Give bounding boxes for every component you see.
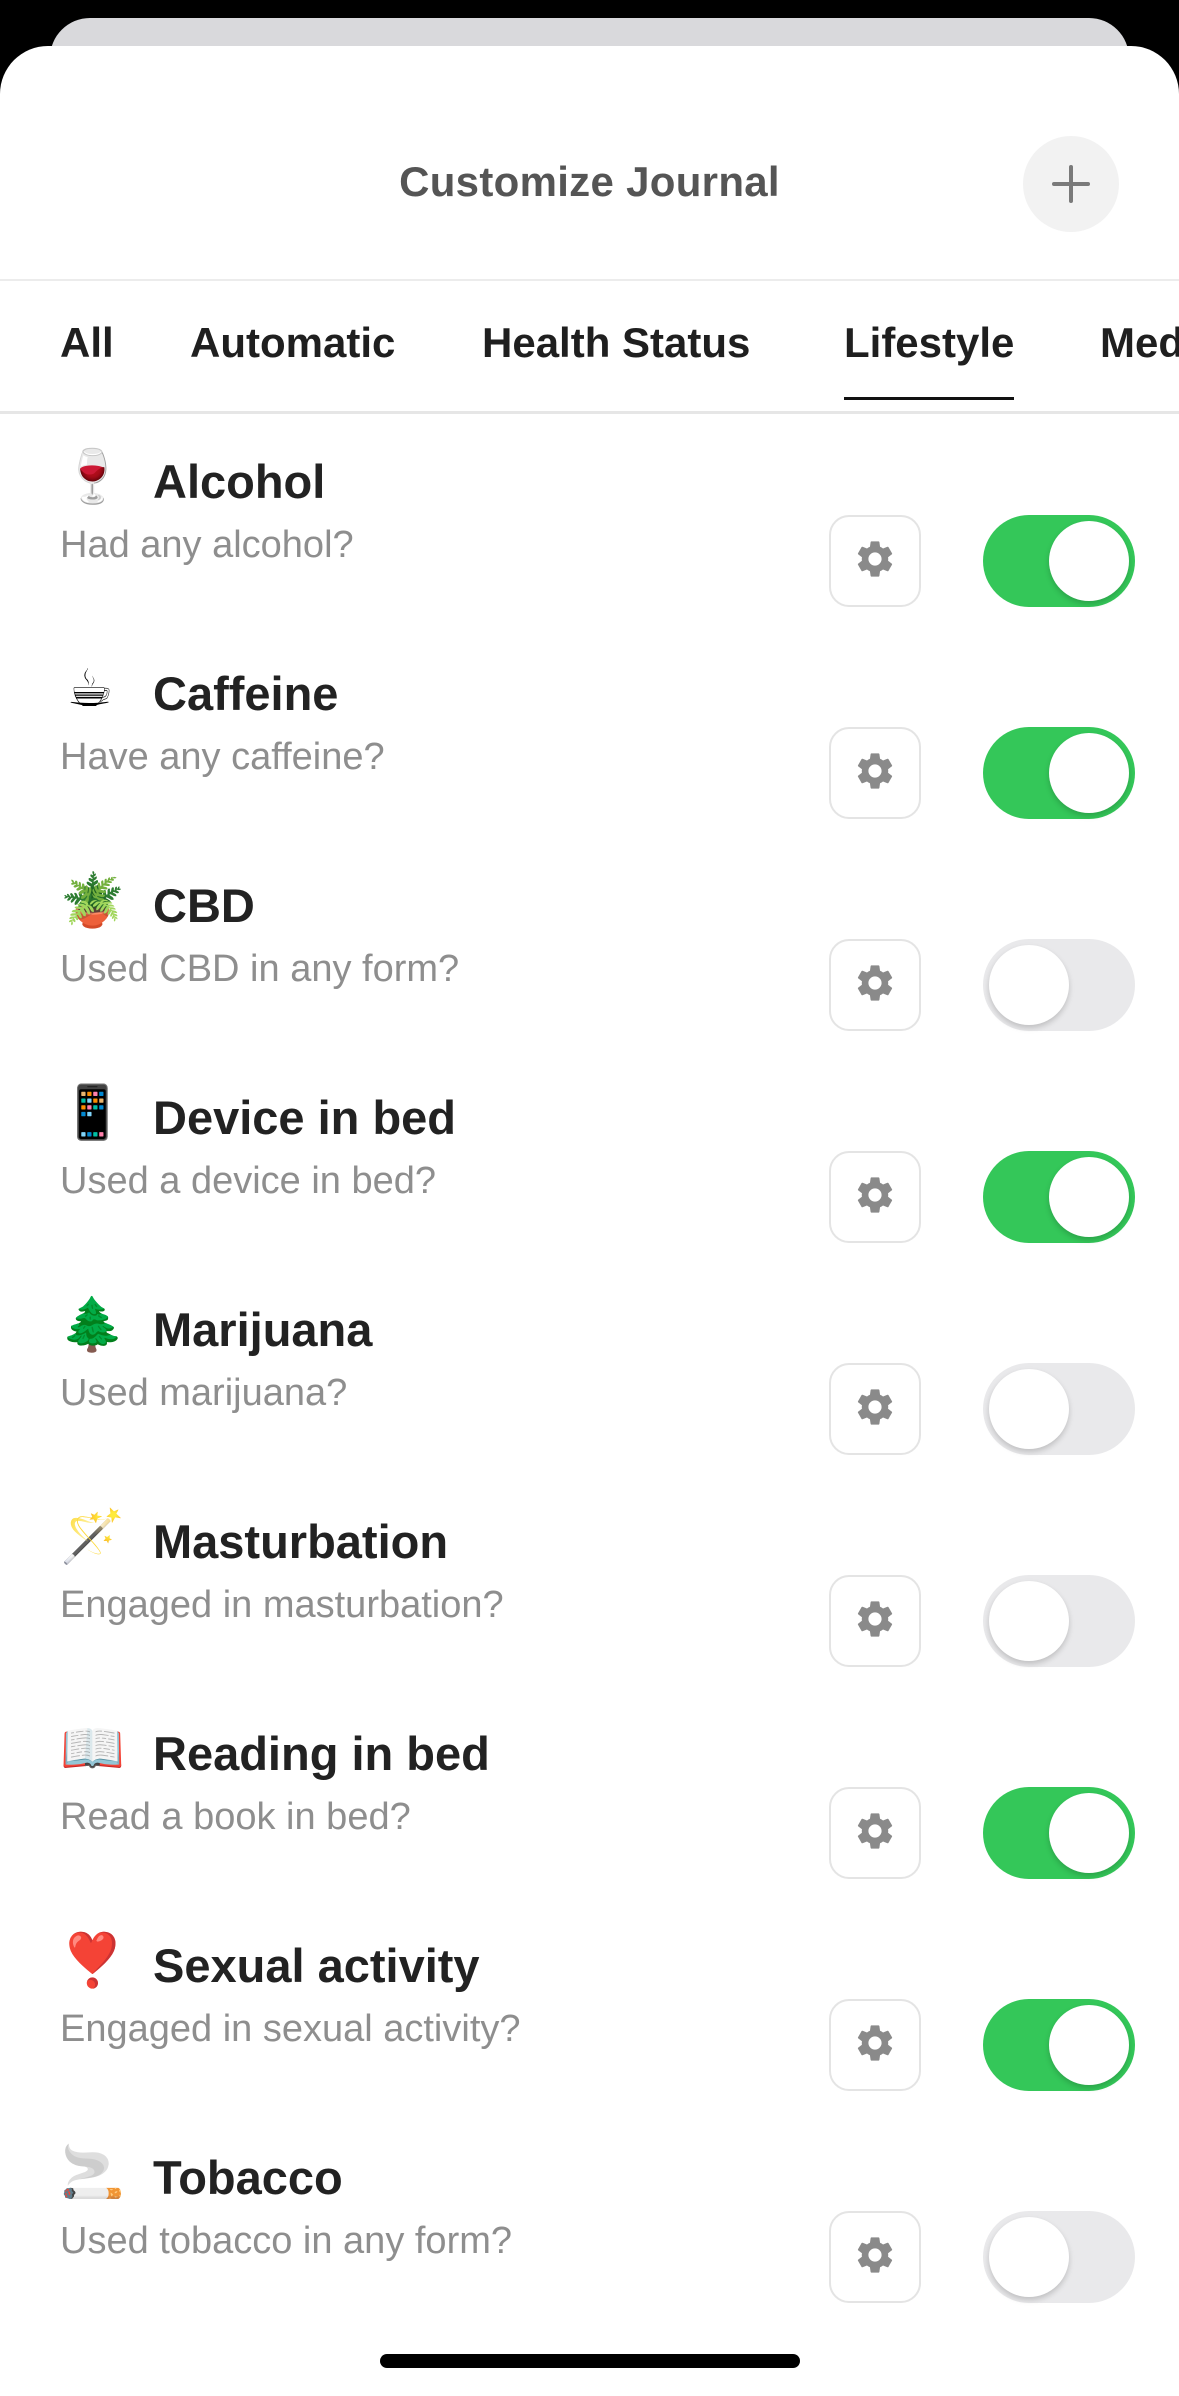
evergreen-tree-icon: 🌲 (60, 1296, 125, 1354)
item-toggle[interactable] (983, 939, 1135, 1031)
item-title: Device in bed (153, 1091, 456, 1144)
item-settings-button[interactable] (829, 1999, 921, 2091)
item-settings-button[interactable] (829, 939, 921, 1031)
item-title: Caffeine (153, 667, 339, 720)
item-toggle[interactable] (983, 515, 1135, 607)
journal-item-row: 📖 Reading in bed Read a book in bed? (0, 1686, 1179, 1898)
item-settings-button[interactable] (829, 727, 921, 819)
tab-lifestyle[interactable]: Lifestyle (844, 319, 1015, 400)
item-settings-button[interactable] (829, 515, 921, 607)
item-settings-button[interactable] (829, 1575, 921, 1667)
customize-journal-sheet: Customize Journal All Automatic Health S… (0, 46, 1179, 2396)
gear-icon (853, 2021, 897, 2070)
item-settings-button[interactable] (829, 1787, 921, 1879)
gear-icon (853, 1173, 897, 1222)
gear-icon (853, 1809, 897, 1858)
tab-health-status[interactable]: Health Status (482, 319, 750, 397)
toggle-knob (1049, 521, 1129, 601)
tab-all[interactable]: All (60, 319, 114, 397)
journal-item-row: ☕ Caffeine Have any caffeine? (0, 626, 1179, 838)
journal-item-row: 🪄 Masturbation Engaged in masturbation? (0, 1474, 1179, 1686)
gear-icon (853, 1597, 897, 1646)
gear-icon (853, 1385, 897, 1434)
open-book-icon: 📖 (60, 1720, 125, 1778)
gear-icon (853, 749, 897, 798)
toggle-knob (1049, 1157, 1129, 1237)
journal-item-row: 🍷 Alcohol Had any alcohol? (0, 414, 1179, 626)
item-subtitle: Used CBD in any form? (60, 948, 460, 990)
journal-item-row: 🚬 Tobacco Used tobacco in any form? (0, 2110, 1179, 2322)
item-toggle[interactable] (983, 1151, 1135, 1243)
cigarette-icon: 🚬 (60, 2144, 125, 2202)
add-button[interactable] (1023, 136, 1119, 232)
journal-items-list: 🍷 Alcohol Had any alcohol? ☕ Caffeine Have an… (0, 414, 1179, 2322)
sheet-header: Customize Journal (0, 46, 1179, 281)
item-toggle[interactable] (983, 1575, 1135, 1667)
toggle-knob (989, 1369, 1069, 1449)
tab-med[interactable]: Med (1100, 319, 1179, 397)
item-title: Reading in bed (153, 1727, 490, 1780)
item-subtitle: Read a book in bed? (60, 1796, 411, 1838)
item-title: Alcohol (153, 455, 326, 508)
item-subtitle: Engaged in sexual activity? (60, 2008, 521, 2050)
item-toggle[interactable] (983, 1787, 1135, 1879)
home-indicator (380, 2354, 800, 2368)
heart-exclamation-icon: ❣️ (60, 1932, 125, 1990)
item-settings-button[interactable] (829, 2211, 921, 2303)
potted-plant-icon: 🪴 (60, 872, 125, 930)
item-subtitle: Had any alcohol? (60, 524, 354, 566)
toggle-knob (1049, 733, 1129, 813)
item-title: Tobacco (153, 2151, 343, 2204)
gear-icon (853, 961, 897, 1010)
item-subtitle: Used a device in bed? (60, 1160, 437, 1202)
journal-item-row: 🌲 Marijuana Used marijuana? (0, 1262, 1179, 1474)
magic-wand-icon: 🪄 (60, 1508, 125, 1566)
item-subtitle: Have any caffeine? (60, 736, 385, 778)
item-title: CBD (153, 879, 255, 932)
toggle-knob (1049, 2005, 1129, 2085)
item-settings-button[interactable] (829, 1151, 921, 1243)
item-toggle[interactable] (983, 1999, 1135, 2091)
item-title: Sexual activity (153, 1939, 480, 1992)
item-toggle[interactable] (983, 1363, 1135, 1455)
toggle-knob (989, 945, 1069, 1025)
wine-glass-icon: 🍷 (60, 448, 125, 506)
toggle-knob (989, 1581, 1069, 1661)
category-tabs: All Automatic Health Status Lifestyle Me… (0, 281, 1179, 414)
journal-item-row: 🪴 CBD Used CBD in any form? (0, 838, 1179, 1050)
toggle-knob (1049, 1793, 1129, 1873)
phone-icon: 📱 (60, 1084, 125, 1142)
tab-automatic[interactable]: Automatic (190, 319, 395, 397)
item-title: Masturbation (153, 1515, 449, 1568)
item-settings-button[interactable] (829, 1363, 921, 1455)
item-title: Marijuana (153, 1303, 373, 1356)
page-title: Customize Journal (399, 158, 780, 205)
journal-item-row: ❣️ Sexual activity Engaged in sexual activ… (0, 1898, 1179, 2110)
coffee-cup-icon: ☕ (66, 660, 114, 718)
item-toggle[interactable] (983, 2211, 1135, 2303)
journal-item-row: 📱 Device in bed Used a device in bed? (0, 1050, 1179, 1262)
toggle-knob (989, 2217, 1069, 2297)
item-toggle[interactable] (983, 727, 1135, 819)
item-subtitle: Used tobacco in any form? (60, 2220, 513, 2262)
item-subtitle: Used marijuana? (60, 1372, 348, 1414)
item-subtitle: Engaged in masturbation? (60, 1584, 504, 1626)
gear-icon (853, 2233, 897, 2282)
gear-icon (853, 537, 897, 586)
